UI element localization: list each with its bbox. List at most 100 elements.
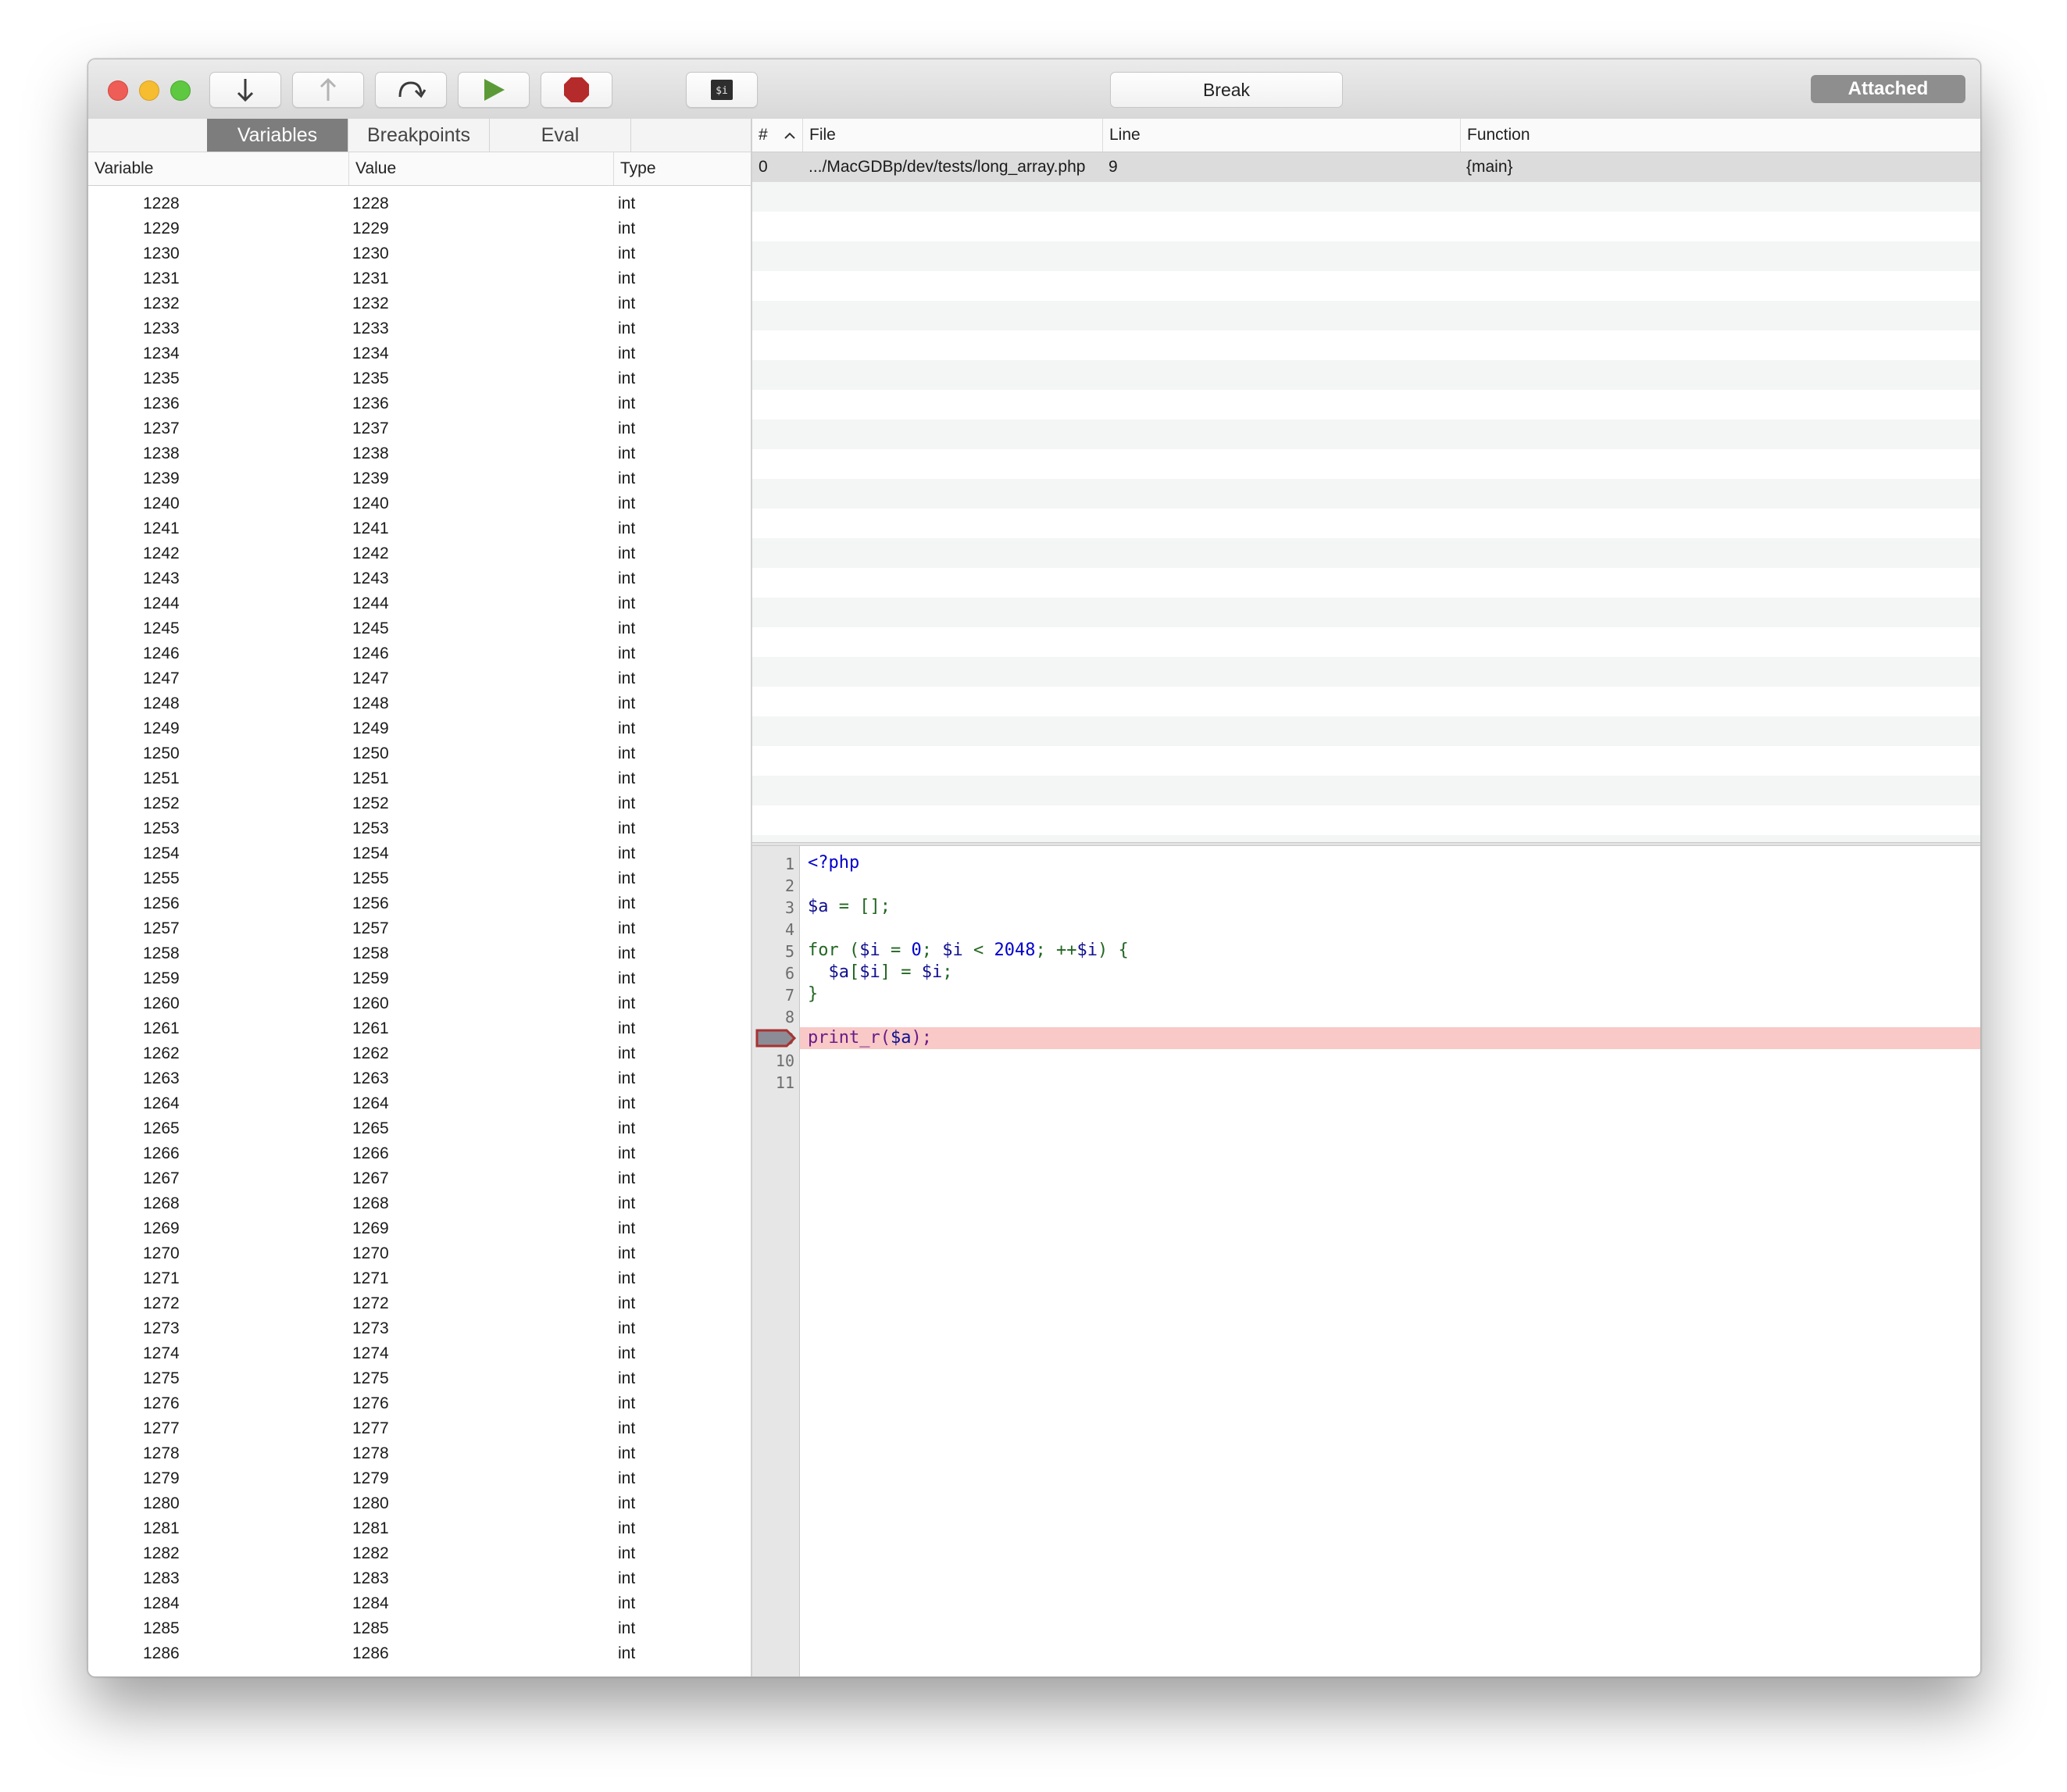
variable-row[interactable]: 1270 1270 int	[88, 1243, 751, 1268]
variable-row[interactable]: 1248 1248 int	[88, 693, 751, 718]
line-number[interactable]: 2	[785, 876, 794, 895]
zoom-window-button[interactable]	[170, 80, 191, 101]
eval-console-button[interactable]: $i	[686, 72, 758, 108]
variable-row[interactable]: 1229 1229 int	[88, 218, 751, 243]
variable-row[interactable]: 1228 1228 int	[88, 193, 751, 218]
variable-row[interactable]: 1283 1283 int	[88, 1568, 751, 1593]
variable-row[interactable]: 1273 1273 int	[88, 1318, 751, 1343]
line-number[interactable]: 3	[785, 898, 794, 917]
tab-variables[interactable]: Variables	[207, 119, 348, 152]
variable-row[interactable]: 1253 1253 int	[88, 818, 751, 843]
variable-row[interactable]: 1257 1257 int	[88, 918, 751, 943]
line-number-gutter[interactable]: 1234567891011	[752, 846, 800, 1676]
variable-row[interactable]: 1262 1262 int	[88, 1043, 751, 1068]
variable-row[interactable]: 1268 1268 int	[88, 1193, 751, 1218]
variable-row[interactable]: 1236 1236 int	[88, 393, 751, 418]
variable-row[interactable]: 1272 1272 int	[88, 1293, 751, 1318]
variable-row[interactable]: 1266 1266 int	[88, 1143, 751, 1168]
variables-list[interactable]: 12271227int12281228int12291229int1230123…	[88, 186, 751, 1676]
column-function[interactable]: Function	[1460, 119, 1975, 152]
variable-row[interactable]: 1252 1252 int	[88, 793, 751, 818]
variable-row[interactable]: 1242 1242 int	[88, 543, 751, 568]
code-line[interactable]: <?php	[800, 852, 1980, 874]
variable-row[interactable]: 1232 1232 int	[88, 293, 751, 318]
line-number[interactable]: 4	[785, 920, 794, 939]
variable-row[interactable]: 1286 1286 int	[88, 1643, 751, 1668]
code-line[interactable]	[800, 1049, 1980, 1071]
variable-row[interactable]: 1237 1237 int	[88, 418, 751, 443]
variable-row[interactable]: 1267 1267 int	[88, 1168, 751, 1193]
variable-row[interactable]: 1255 1255 int	[88, 868, 751, 893]
code-line[interactable]: $a[$i] = $i;	[800, 962, 1980, 983]
variable-row[interactable]: 1274 1274 int	[88, 1343, 751, 1368]
variable-row[interactable]: 1246 1246 int	[88, 643, 751, 668]
variable-row[interactable]: 1281 1281 int	[88, 1518, 751, 1543]
break-button[interactable]: Break	[1110, 72, 1343, 108]
code-line[interactable]	[800, 1005, 1980, 1027]
variable-row[interactable]: 1238 1238 int	[88, 443, 751, 468]
variable-row[interactable]: 1239 1239 int	[88, 468, 751, 493]
variable-row[interactable]: 1227 1227 int	[88, 186, 751, 193]
variable-row[interactable]: 1269 1269 int	[88, 1218, 751, 1243]
variable-row[interactable]: 1245 1245 int	[88, 618, 751, 643]
current-code-line[interactable]: print_r($a);	[800, 1027, 1980, 1049]
variable-row[interactable]: 1278 1278 int	[88, 1443, 751, 1468]
variable-row[interactable]: 1258 1258 int	[88, 943, 751, 968]
tab-eval[interactable]: Eval	[490, 119, 631, 152]
variable-row[interactable]: 1256 1256 int	[88, 893, 751, 918]
variable-row[interactable]: 1277 1277 int	[88, 1418, 751, 1443]
variable-row[interactable]: 1260 1260 int	[88, 993, 751, 1018]
column-frame-number[interactable]: #	[752, 119, 780, 152]
code-line[interactable]	[800, 918, 1980, 940]
variable-row[interactable]: 1243 1243 int	[88, 568, 751, 593]
column-value[interactable]: Value	[348, 152, 613, 185]
variable-row[interactable]: 1261 1261 int	[88, 1018, 751, 1043]
stop-button[interactable]	[541, 72, 612, 108]
call-stack-list[interactable]: 0 .../MacGDBp/dev/tests/long_array.php 9 {m…	[752, 152, 1980, 842]
column-variable[interactable]: Variable	[88, 152, 348, 185]
variable-row[interactable]: 1230 1230 int	[88, 243, 751, 268]
variable-row[interactable]: 1263 1263 int	[88, 1068, 751, 1093]
run-button[interactable]	[458, 72, 530, 108]
variable-row[interactable]: 1249 1249 int	[88, 718, 751, 743]
code-line[interactable]: }	[800, 983, 1980, 1005]
minimize-window-button[interactable]	[139, 80, 159, 101]
variable-row[interactable]: 1284 1284 int	[88, 1593, 751, 1618]
line-number[interactable]: 1	[785, 855, 794, 873]
breakpoint-marker-icon[interactable]	[755, 1029, 796, 1048]
code-line[interactable]: for ($i = 0; $i < 2048; ++$i) {	[800, 940, 1980, 962]
line-number[interactable]: 10	[776, 1051, 794, 1070]
line-number[interactable]: 7	[785, 986, 794, 1005]
line-number[interactable]: 6	[785, 964, 794, 983]
variable-row[interactable]: 1259 1259 int	[88, 968, 751, 993]
step-out-button[interactable]	[292, 72, 364, 108]
close-window-button[interactable]	[108, 80, 128, 101]
column-type[interactable]: Type	[613, 152, 751, 185]
step-over-button[interactable]	[375, 72, 447, 108]
variable-row[interactable]: 1271 1271 int	[88, 1268, 751, 1293]
variable-row[interactable]: 1233 1233 int	[88, 318, 751, 343]
variable-row[interactable]: 1244 1244 int	[88, 593, 751, 618]
variable-row[interactable]: 1265 1265 int	[88, 1118, 751, 1143]
stack-frame-row[interactable]: 0 .../MacGDBp/dev/tests/long_array.php 9 {m…	[752, 152, 1980, 182]
variable-row[interactable]: 1251 1251 int	[88, 768, 751, 793]
variable-row[interactable]: 1276 1276 int	[88, 1393, 751, 1418]
variable-row[interactable]: 1280 1280 int	[88, 1493, 751, 1518]
step-in-button[interactable]	[209, 72, 281, 108]
column-file[interactable]: File	[802, 119, 1106, 152]
variable-row[interactable]: 1275 1275 int	[88, 1368, 751, 1393]
variable-row[interactable]: 1250 1250 int	[88, 743, 751, 768]
line-number[interactable]: 8	[785, 1008, 794, 1026]
variable-row[interactable]: 1285 1285 int	[88, 1618, 751, 1643]
variable-row[interactable]: 1279 1279 int	[88, 1468, 751, 1493]
code-line[interactable]	[800, 1071, 1980, 1093]
variable-row[interactable]: 1231 1231 int	[88, 268, 751, 293]
variable-row[interactable]: 1264 1264 int	[88, 1093, 751, 1118]
variable-row[interactable]: 1235 1235 int	[88, 368, 751, 393]
variable-row[interactable]: 1247 1247 int	[88, 668, 751, 693]
tab-breakpoints[interactable]: Breakpoints	[348, 119, 490, 152]
code-line[interactable]	[800, 874, 1980, 896]
variable-row[interactable]: 1241 1241 int	[88, 518, 751, 543]
line-number[interactable]: 11	[776, 1073, 794, 1092]
variable-row[interactable]: 1254 1254 int	[88, 843, 751, 868]
